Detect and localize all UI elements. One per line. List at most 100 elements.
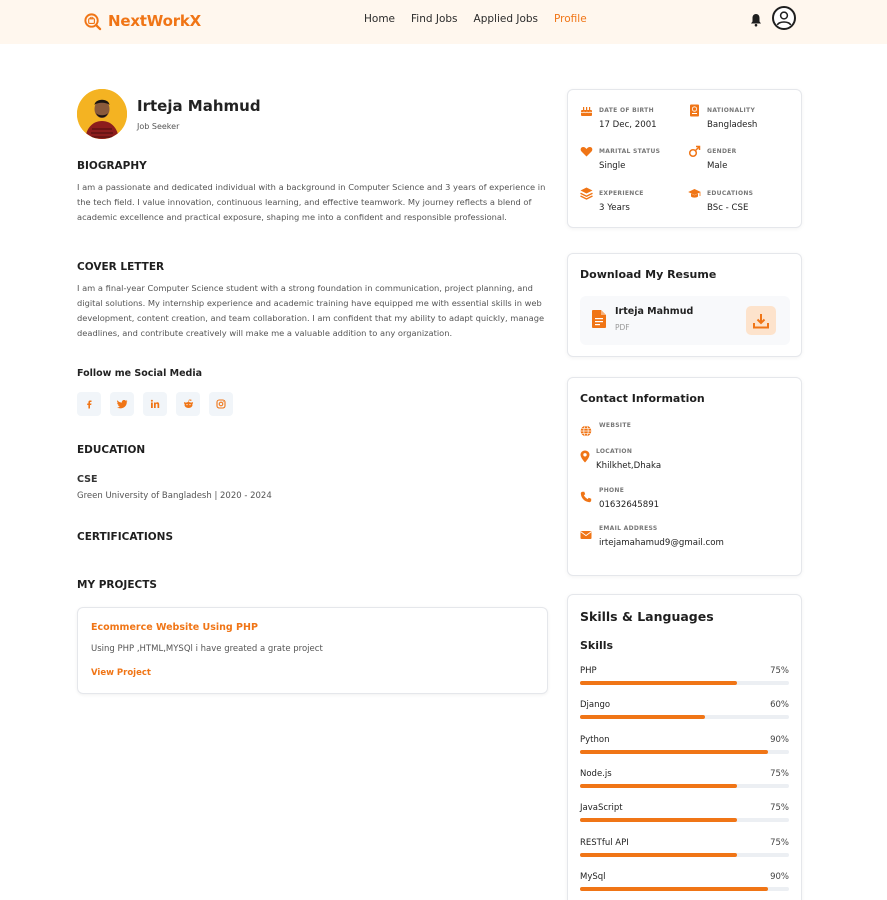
skills-languages-heading: Skills & Languages: [580, 609, 714, 624]
location-item: LOCATION Khilkhet,Dhaka: [580, 448, 780, 478]
skill-progress-fill: [580, 818, 737, 823]
facebook-link[interactable]: [77, 392, 101, 416]
projects-heading: MY PROJECTS: [77, 579, 157, 591]
top-navbar: NextWorkX Home Find Jobs Applied Jobs Pr…: [0, 0, 887, 44]
graduation-cap-icon: [688, 189, 701, 198]
contact-card: Contact Information WEBSITE LOCATION Khi…: [567, 377, 802, 576]
experience-label: EXPERIENCE: [599, 190, 644, 197]
dob-label: DATE OF BIRTH: [599, 107, 654, 114]
email-label: EMAIL ADDRESS: [599, 525, 658, 532]
nav-profile[interactable]: Profile: [554, 13, 587, 25]
skill-progress-track: [580, 681, 789, 685]
email-value[interactable]: irtejamahamud9@gmail.com: [599, 538, 724, 548]
education-heading: EDUCATION: [77, 444, 146, 456]
cover-letter-heading: COVER LETTER: [77, 261, 165, 273]
skill-row: RESTful API 75%: [580, 838, 789, 860]
skills-card: Skills & Languages Skills PHP 75% Django 60…: [567, 594, 802, 900]
nationality-item: NATIONALITY Bangladesh: [688, 104, 798, 134]
skill-name: JavaScript: [580, 803, 623, 814]
nationality-value: Bangladesh: [707, 120, 758, 130]
marital-value: Single: [599, 161, 626, 171]
skill-row: Django 60%: [580, 700, 789, 722]
skill-percent: 75%: [770, 666, 789, 676]
gender-item: GENDER Male: [688, 145, 798, 175]
view-project-link[interactable]: View Project: [91, 668, 151, 678]
gender-label: GENDER: [707, 148, 737, 155]
main-nav: Home Find Jobs Applied Jobs Profile: [364, 13, 603, 25]
skill-name: MySql: [580, 871, 606, 882]
skill-percent: 60%: [770, 700, 789, 711]
education-school: Green University of Bangladesh | 2020 - …: [77, 491, 272, 501]
map-pin-icon: [580, 450, 590, 463]
nav-applied-jobs[interactable]: Applied Jobs: [474, 13, 538, 25]
skill-name: Django: [580, 700, 611, 711]
globe-icon: [580, 425, 592, 437]
logo-icon: [84, 12, 102, 30]
brand-logo[interactable]: NextWorkX: [83, 10, 201, 32]
cake-icon: [580, 107, 593, 116]
skill-progress-track: [580, 852, 789, 857]
skill-progress-fill: [580, 783, 737, 788]
overview-card: DATE OF BIRTH 17 Dec, 2001 NATIONALITY B…: [567, 89, 802, 228]
layers-icon: [580, 187, 593, 200]
twitter-icon: [116, 400, 127, 409]
skill-name: Node.js: [580, 768, 612, 779]
skill-percent: 75%: [770, 837, 789, 848]
facebook-icon: [87, 400, 92, 409]
cover-letter-text: I am a final-year Computer Science stude…: [77, 283, 545, 338]
twitter-link[interactable]: [110, 392, 134, 416]
location-label: LOCATION: [596, 448, 633, 455]
download-icon: [753, 313, 769, 328]
nav-home[interactable]: Home: [364, 13, 395, 25]
reddit-icon: [183, 399, 193, 408]
biography-text: I am a passionate and dedicated individu…: [77, 182, 546, 222]
resume-file-name: Irteja Mahmud: [615, 306, 694, 317]
pdf-file-icon: [592, 310, 606, 328]
instagram-link[interactable]: [209, 392, 233, 416]
education-value: BSc - CSE: [707, 203, 749, 213]
skill-progress-fill: [580, 749, 769, 754]
skill-progress-fill: [580, 715, 706, 720]
phone-value: 01632645891: [599, 500, 660, 510]
contact-heading: Contact Information: [580, 392, 705, 405]
passport-icon: [690, 104, 699, 117]
skill-progress-track: [580, 886, 789, 891]
skill-row: MySql 90%: [580, 872, 789, 894]
profile-name: Irteja Mahmud: [137, 97, 261, 115]
male-icon: [688, 145, 701, 158]
skill-row: JavaScript 75%: [580, 803, 789, 825]
bell-icon[interactable]: [750, 13, 762, 27]
skill-progress-fill: [580, 681, 737, 685]
user-avatar-button[interactable]: [772, 6, 796, 30]
social-links: [77, 392, 233, 416]
skill-progress-track: [580, 783, 789, 788]
phone-item: PHONE 01632645891: [580, 487, 780, 517]
skill-name: RESTful API: [580, 837, 629, 848]
resume-file-box: Irteja Mahmud PDF: [580, 296, 790, 345]
education-degree: CSE: [77, 474, 98, 485]
skill-percent: 75%: [770, 803, 789, 814]
skill-percent: 90%: [770, 734, 789, 745]
certifications-heading: CERTIFICATIONS: [77, 531, 174, 543]
project-title: Ecommerce Website Using PHP: [91, 622, 258, 633]
skill-progress-fill: [580, 852, 737, 857]
download-resume-button[interactable]: [746, 306, 776, 335]
profile-photo: [77, 89, 127, 139]
dob-value: 17 Dec, 2001: [599, 120, 657, 130]
skill-progress-track: [580, 749, 789, 754]
skill-row: Python 90%: [580, 735, 789, 757]
reddit-link[interactable]: [176, 392, 200, 416]
social-heading: Follow me Social Media: [77, 368, 202, 379]
skill-row: Node.js 75%: [580, 769, 789, 791]
envelope-icon: [580, 531, 592, 539]
skills-subheading: Skills: [580, 639, 614, 652]
resume-card: Download My Resume Irteja Mahmud PDF: [567, 253, 802, 357]
phone-icon: [580, 491, 592, 503]
nav-find-jobs[interactable]: Find Jobs: [411, 13, 458, 25]
education-item: EDUCATIONS BSc - CSE: [688, 187, 798, 217]
linkedin-link[interactable]: [143, 392, 167, 416]
instagram-icon: [216, 399, 226, 409]
experience-item: EXPERIENCE 3 Years: [580, 187, 690, 217]
brand-name: NextWorkX: [108, 12, 202, 30]
project-description: Using PHP ,HTML,MYSQl i have greated a g…: [91, 644, 323, 654]
